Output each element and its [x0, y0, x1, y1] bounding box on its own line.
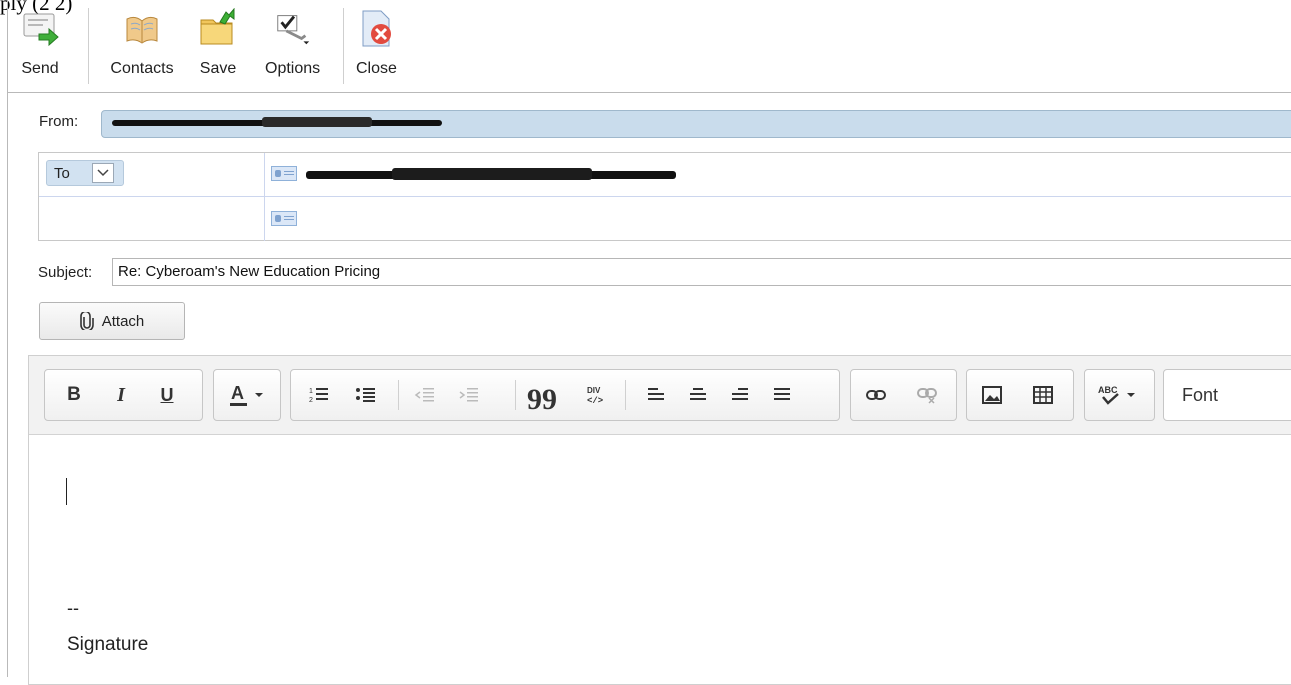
toolbar-divider [88, 8, 89, 84]
underline-icon: U [160, 384, 174, 405]
bold-icon: B [67, 384, 81, 405]
send-icon [20, 6, 60, 50]
subject-label: Subject: [38, 264, 93, 281]
italic-icon: I [117, 383, 125, 406]
insert-image-button[interactable] [978, 382, 1006, 408]
align-center-button[interactable] [684, 382, 712, 408]
align-right-button[interactable] [726, 382, 754, 408]
options-checkmark-icon [273, 6, 313, 50]
div-container-icon: DIV </> [587, 386, 603, 406]
outdent-icon [414, 388, 434, 402]
save-folder-icon [198, 6, 238, 50]
numbered-list-icon: 1 2 [309, 388, 328, 404]
insert-table-button[interactable] [1029, 382, 1057, 408]
spellcheck-button[interactable]: ABC [1092, 382, 1147, 408]
increase-indent-button[interactable] [455, 382, 483, 408]
signature-text: Signature [67, 634, 149, 655]
attach-button[interactable]: Attach [39, 302, 185, 340]
align-justify-icon [774, 388, 790, 400]
recipients-row-divider [39, 196, 1291, 197]
from-account-select[interactable] [101, 110, 1291, 138]
address-book-icon [104, 6, 180, 50]
toolbar-separator [625, 380, 626, 410]
send-label: Send [21, 60, 59, 77]
italic-button[interactable]: I [107, 382, 135, 408]
text-caret [66, 478, 67, 505]
signature-separator: -- [67, 598, 79, 618]
recipient-type-value: To [54, 165, 70, 182]
options-label: Options [265, 60, 321, 77]
close-label: Close [356, 60, 397, 77]
subject-input[interactable]: Re: Cyberoam's New Education Pricing [112, 258, 1291, 286]
insert-link-button[interactable] [862, 382, 890, 408]
bulleted-list-button[interactable] [352, 382, 380, 408]
toolbar-bottom-border [8, 92, 1291, 93]
indent-icon [459, 388, 478, 402]
contact-card-icon[interactable] [271, 211, 297, 226]
window-left-border [7, 0, 8, 677]
recipients-column-divider [264, 153, 265, 241]
text-color-icon: A [230, 383, 263, 406]
bold-button[interactable]: B [60, 382, 88, 408]
text-color-button[interactable]: A [223, 382, 273, 408]
spellcheck-icon: ABC [1098, 385, 1135, 405]
align-left-button[interactable] [642, 382, 670, 408]
toolbar-divider [343, 8, 344, 84]
blockquote-icon: 99 [527, 383, 557, 416]
svg-text:ABC: ABC [1098, 385, 1118, 395]
toolbar-separator [515, 380, 516, 410]
remove-link-button[interactable] [913, 382, 941, 408]
link-icon [866, 390, 886, 400]
align-left-icon [648, 388, 664, 400]
insert-div-button[interactable]: DIV </> [582, 382, 610, 408]
options-button[interactable]: Options [265, 6, 320, 78]
font-family-value: Font [1182, 385, 1219, 405]
redaction-mark [392, 168, 592, 180]
svg-text:2: 2 [309, 397, 313, 404]
numbered-list-button[interactable]: 1 2 [305, 382, 333, 408]
svg-text:A: A [231, 383, 244, 403]
contacts-button[interactable]: Contacts [104, 6, 180, 78]
svg-text:</>: </> [587, 396, 603, 406]
contacts-label: Contacts [110, 60, 174, 77]
align-center-icon [690, 388, 706, 400]
attach-label: Attach [101, 312, 145, 330]
recipient-address-field[interactable] [302, 163, 682, 185]
justify-button[interactable] [768, 382, 796, 408]
redaction-mark [262, 117, 372, 127]
recipient-address-field-empty[interactable] [302, 204, 1291, 234]
align-right-icon [732, 388, 748, 400]
message-body[interactable] [29, 435, 1291, 677]
close-button[interactable]: Close [356, 6, 397, 78]
save-label: Save [199, 60, 237, 77]
svg-text:1: 1 [309, 388, 313, 395]
send-button[interactable]: Send [20, 6, 60, 78]
contact-card-icon[interactable] [271, 166, 297, 181]
decrease-indent-button[interactable] [411, 382, 439, 408]
save-button[interactable]: Save [198, 6, 238, 78]
underline-button[interactable]: U [153, 382, 181, 408]
close-document-icon [356, 6, 396, 50]
blockquote-button[interactable]: 99 [527, 382, 557, 416]
svg-text:DIV: DIV [587, 386, 601, 395]
unlink-icon [917, 388, 937, 404]
paperclip-icon [79, 312, 94, 330]
chevron-down-icon[interactable] [92, 163, 114, 183]
bulleted-list-icon [356, 388, 375, 402]
from-label: From: [39, 113, 79, 130]
image-icon [982, 386, 1002, 404]
toolbar-separator [398, 380, 399, 410]
table-icon [1033, 386, 1053, 404]
